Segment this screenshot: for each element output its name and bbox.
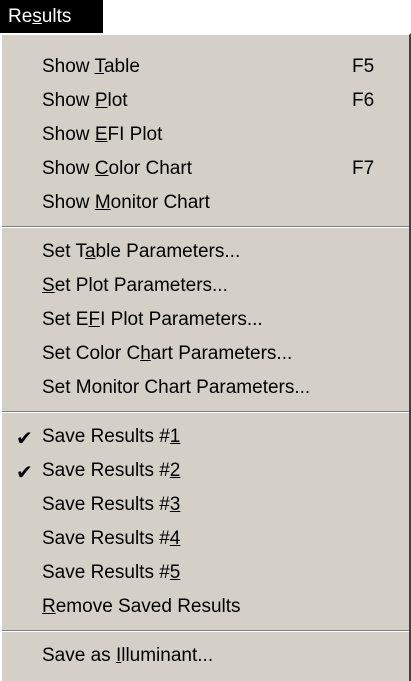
menu-title-text: Results bbox=[8, 6, 72, 27]
menu-item-show-plot[interactable]: Show Plot F6 bbox=[2, 84, 409, 118]
menu-item-save-results-5[interactable]: Save Results #5 bbox=[2, 556, 409, 590]
menu-item-label: Save as Illuminant... bbox=[42, 645, 214, 666]
menu-item-label: Remove Saved Results bbox=[42, 596, 241, 617]
menu-item-label: Save Results #3 bbox=[42, 494, 181, 515]
menu-item-remove-saved-results[interactable]: Remove Saved Results bbox=[2, 590, 409, 624]
shortcut-label: F6 bbox=[352, 90, 375, 111]
shortcut-label: F7 bbox=[352, 158, 375, 179]
checkmark-icon: ✔ bbox=[16, 428, 33, 450]
checkmark-icon: ✔ bbox=[16, 462, 33, 484]
menu-item-label: Show Plot bbox=[42, 90, 128, 111]
menu-item-save-as-illuminant[interactable]: Save as Illuminant... bbox=[2, 639, 409, 673]
menu-item-set-color-chart-parameters[interactable]: Set Color Chart Parameters... bbox=[2, 337, 409, 371]
results-menu-title[interactable]: Results bbox=[0, 0, 103, 33]
menu-item-label: Show EFI Plot bbox=[42, 124, 163, 145]
menu-item-label: Save Results #1 bbox=[42, 426, 181, 447]
menu-item-save-results-4[interactable]: Save Results #4 bbox=[2, 522, 409, 556]
menu-item-label: Set Table Parameters... bbox=[42, 241, 241, 262]
menu-item-save-results-3[interactable]: Save Results #3 bbox=[2, 488, 409, 522]
menu-item-label: Set EFI Plot Parameters... bbox=[42, 309, 263, 330]
menu-item-label: Show Table bbox=[42, 56, 140, 77]
menu-item-show-color-chart[interactable]: Show Color Chart F7 bbox=[2, 152, 409, 186]
menu-item-label: Save Results #2 bbox=[42, 460, 181, 481]
menu-separator bbox=[2, 226, 409, 228]
menu-item-label: Show Color Chart bbox=[42, 158, 192, 179]
menu-item-show-monitor-chart[interactable]: Show Monitor Chart bbox=[2, 186, 409, 220]
menu-item-set-efi-plot-parameters[interactable]: Set EFI Plot Parameters... bbox=[2, 303, 409, 337]
results-dropdown-menu: Show Table F5 Show Plot F6 Show EFI Plot… bbox=[0, 33, 411, 681]
menu-item-label: Set Color Chart Parameters... bbox=[42, 343, 293, 364]
menu-item-label: Save Results #4 bbox=[42, 528, 181, 549]
menu-item-label: Save Results #5 bbox=[42, 562, 181, 583]
menu-item-label: Set Monitor Chart Parameters... bbox=[42, 377, 311, 398]
menu-item-show-table[interactable]: Show Table F5 bbox=[2, 50, 409, 84]
menu-item-set-monitor-chart-parameters[interactable]: Set Monitor Chart Parameters... bbox=[2, 371, 409, 405]
menu-item-show-efi-plot[interactable]: Show EFI Plot bbox=[2, 118, 409, 152]
shortcut-label: F5 bbox=[352, 56, 375, 77]
menu-item-set-table-parameters[interactable]: Set Table Parameters... bbox=[2, 235, 409, 269]
menu-item-save-results-1[interactable]: ✔ Save Results #1 bbox=[2, 420, 409, 454]
menu-item-label: Set Plot Parameters... bbox=[42, 275, 228, 296]
menu-separator bbox=[2, 411, 409, 413]
menu-item-label: Show Monitor Chart bbox=[42, 192, 210, 213]
menu-item-save-results-2[interactable]: ✔ Save Results #2 bbox=[2, 454, 409, 488]
menu-item-set-plot-parameters[interactable]: Set Plot Parameters... bbox=[2, 269, 409, 303]
menu-separator bbox=[2, 630, 409, 632]
